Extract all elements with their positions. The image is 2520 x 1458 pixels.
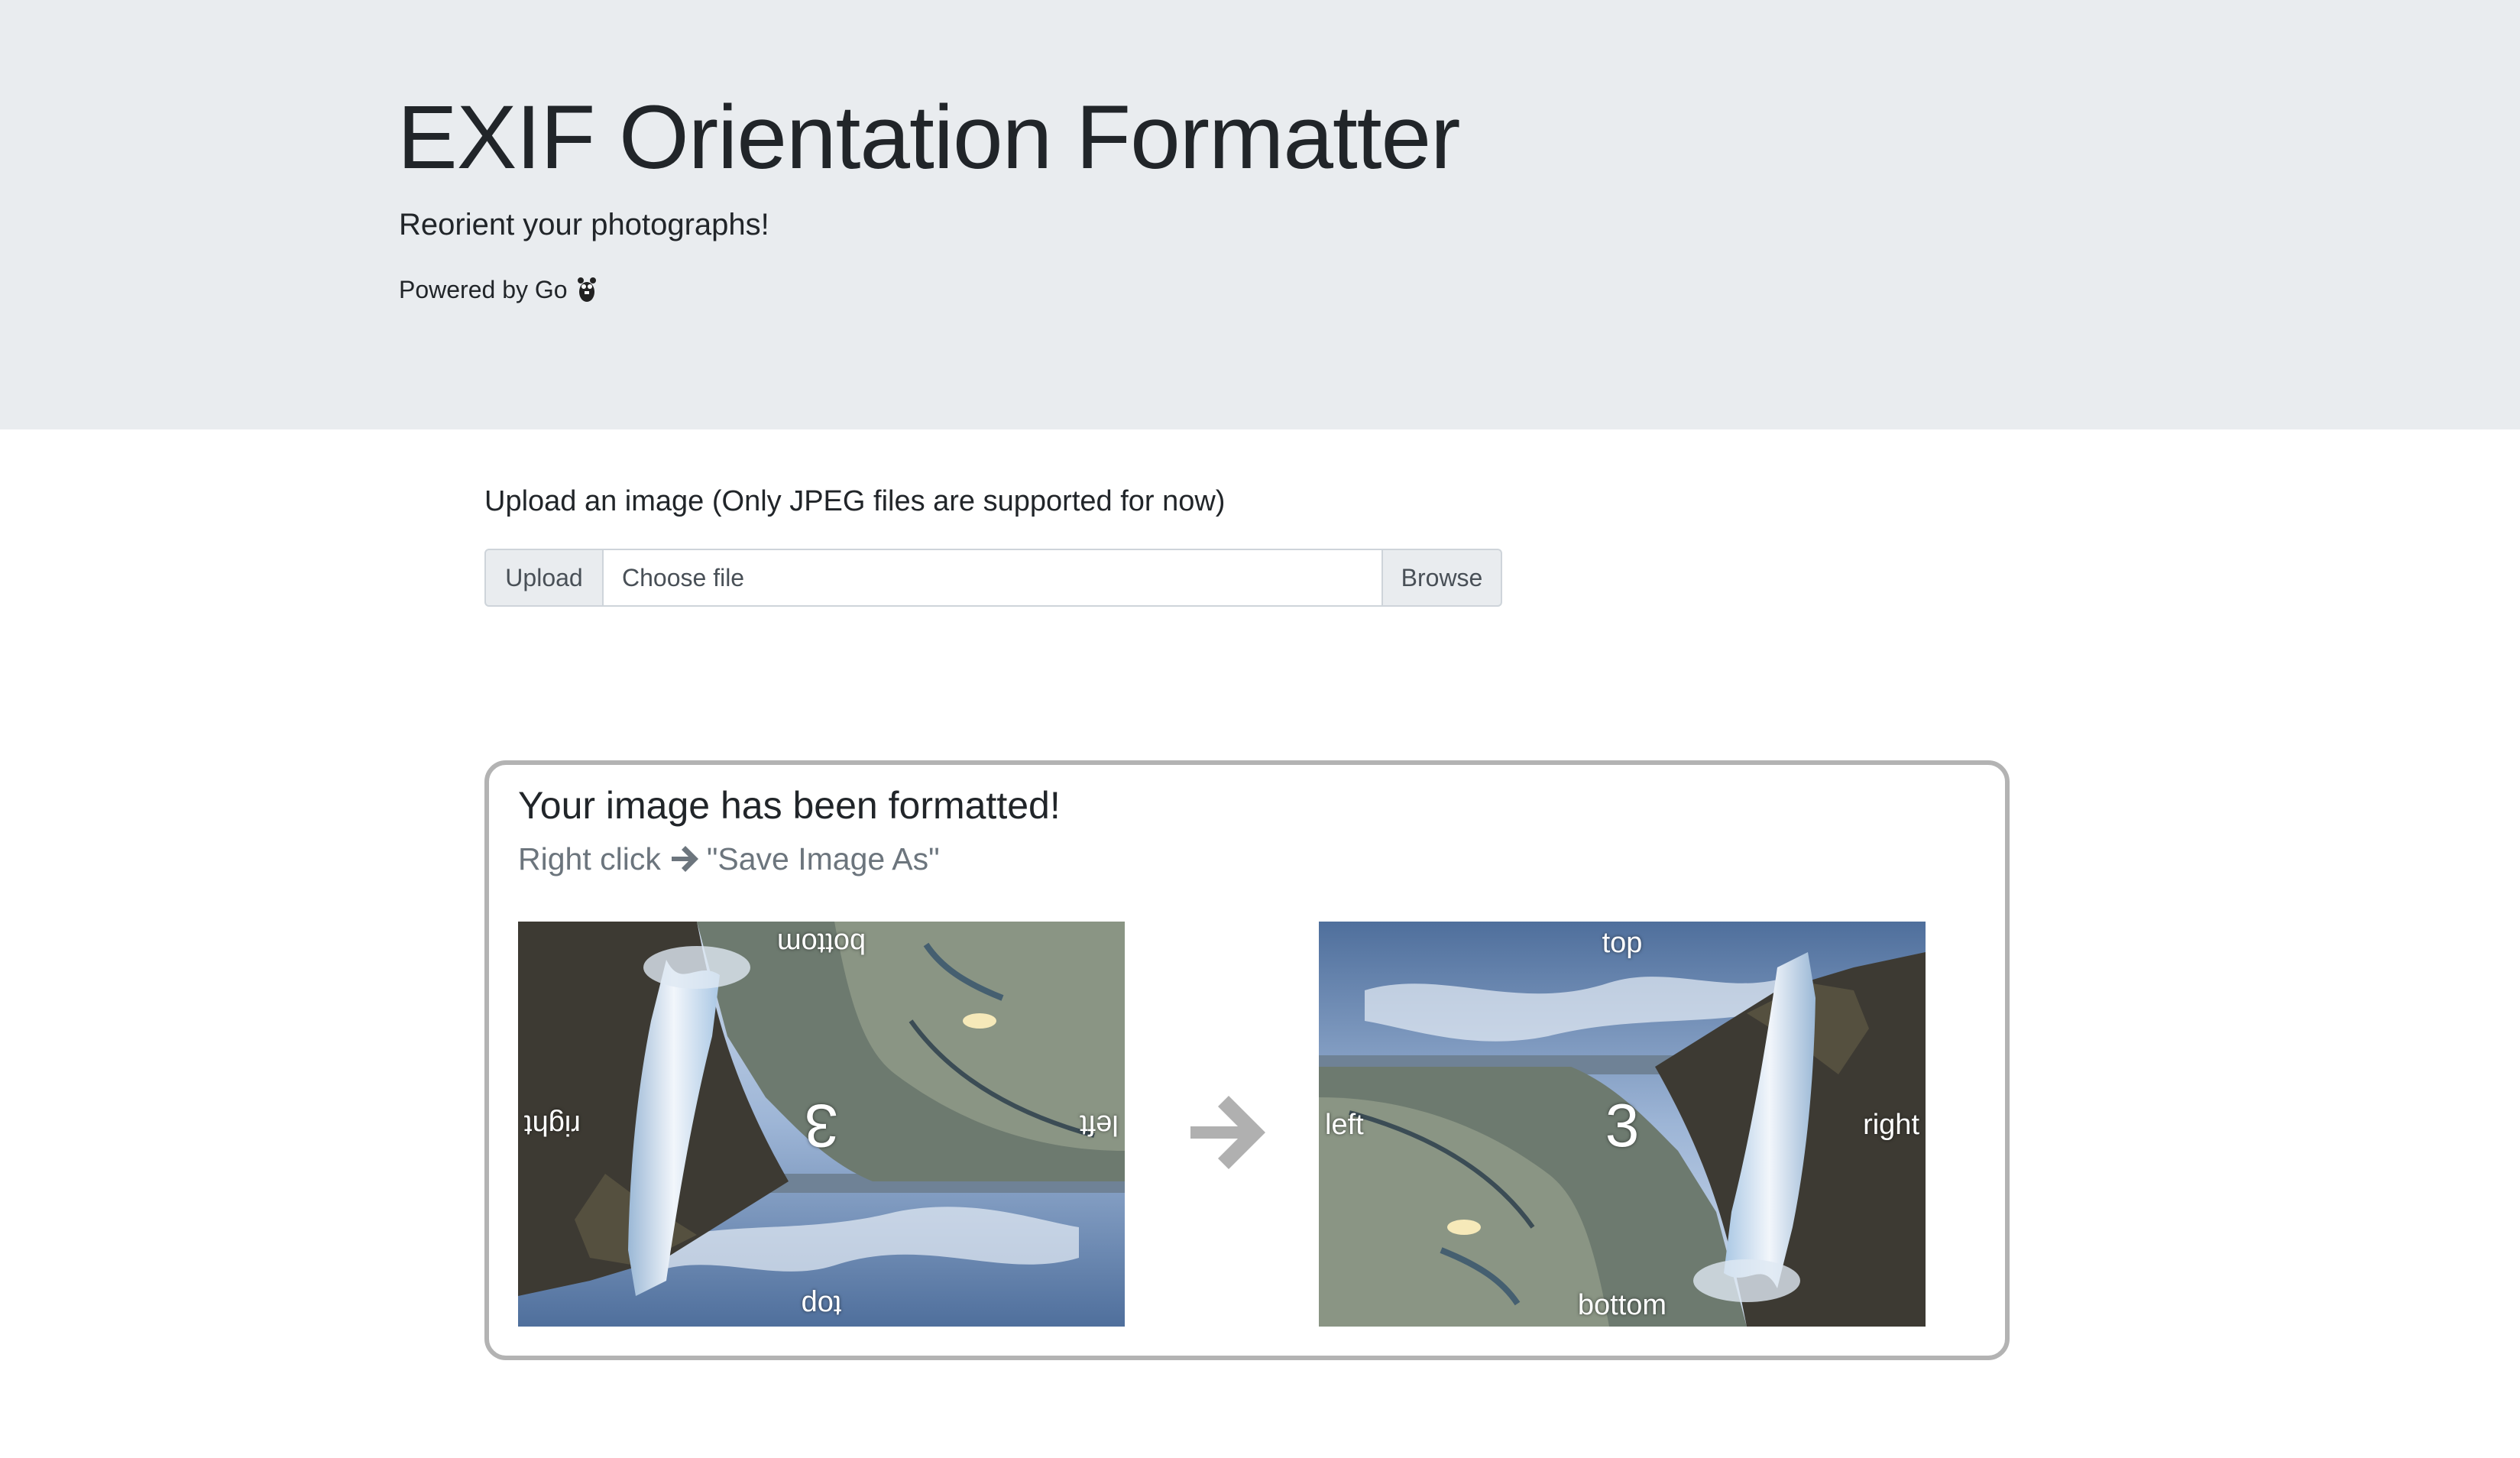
- powered-by: Powered by Go: [399, 271, 597, 308]
- edge-label-bottom: bottom: [1577, 1289, 1667, 1321]
- powered-by-label: Powered by Go: [399, 276, 568, 303]
- arrow-right-icon: [1190, 1096, 1265, 1169]
- result-title: Your image has been formatted!: [518, 784, 1061, 827]
- orientation-number: 3: [804, 1092, 839, 1160]
- save-instruction-prefix: Right click: [518, 841, 661, 876]
- edge-label-top: top: [1602, 927, 1643, 959]
- gopher-icon: [577, 277, 596, 302]
- edge-label-top: bottom: [776, 927, 866, 959]
- save-instruction: Right click "Save Image As": [518, 838, 940, 880]
- page-title: EXIF Orientation Formatter: [397, 87, 1460, 188]
- browse-button[interactable]: Browse: [1381, 549, 1502, 607]
- upload-label: Upload an image (Only JPEG files are sup…: [484, 485, 1226, 517]
- jumbotron-header: EXIF Orientation Formatter Reorient your…: [0, 0, 2520, 429]
- result-card: Your image has been formatted! Right cli…: [484, 760, 2010, 1360]
- file-upload-group: Upload Choose file Browse: [484, 549, 1502, 607]
- upload-prepend: Upload: [484, 549, 604, 607]
- arrow-right-icon: [671, 846, 698, 872]
- formatted-image[interactable]: top bottom left right 3: [1319, 922, 1926, 1327]
- page-lead: Reorient your photographs!: [399, 208, 769, 241]
- orientation-number: 3: [1605, 1091, 1640, 1159]
- original-image[interactable]: bottom top right left 3: [518, 922, 1125, 1327]
- file-input[interactable]: Choose file: [604, 549, 1381, 607]
- edge-label-bottom: top: [801, 1289, 842, 1321]
- save-instruction-suffix: "Save Image As": [706, 841, 940, 876]
